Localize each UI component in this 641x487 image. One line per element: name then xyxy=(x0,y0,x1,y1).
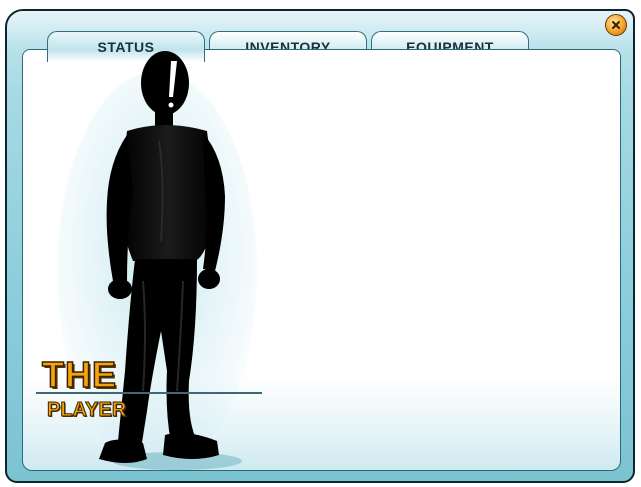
close-button[interactable] xyxy=(605,14,627,36)
status-window: STATUS INVENTORY EQUIPMENT THE PLAYER xyxy=(5,9,635,483)
close-x-icon xyxy=(612,21,620,29)
character-title-player: PLAYER xyxy=(46,399,127,422)
character-title-the: THE xyxy=(41,354,117,395)
